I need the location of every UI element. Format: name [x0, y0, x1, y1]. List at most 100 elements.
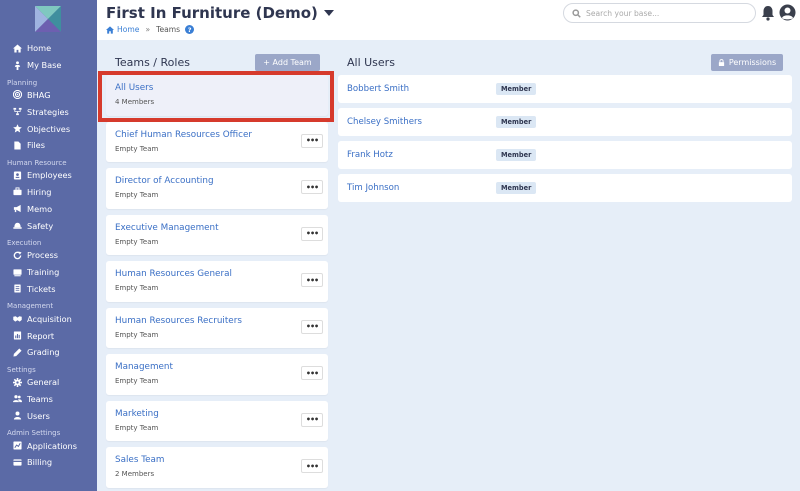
team-name[interactable]: Marketing — [115, 409, 319, 419]
team-options-button[interactable]: ••• — [301, 133, 323, 148]
sidebar-item-hiring[interactable]: Hiring — [0, 184, 97, 201]
role-badge: Member — [496, 148, 537, 161]
sidebar-item-label: Safety — [27, 220, 54, 231]
team-member-count: Empty Team — [115, 237, 159, 246]
lock-icon — [718, 59, 724, 66]
team-name[interactable]: Executive Management — [115, 223, 319, 233]
team-card[interactable]: Human Resources Recruiters Empty Team ••• — [106, 307, 328, 348]
search-box[interactable] — [563, 3, 756, 23]
sidebar-item-label: Hiring — [27, 186, 52, 197]
team-card[interactable]: Sales Team 2 Members ••• — [106, 447, 328, 488]
sidebar-item-label: General — [27, 377, 60, 388]
team-options-button[interactable]: ••• — [301, 180, 323, 194]
team-name[interactable]: Director of Accounting — [115, 176, 319, 186]
team-card[interactable]: Chief Human Resources Officer Empty Team •… — [106, 121, 328, 162]
users-icon — [12, 394, 22, 404]
team-name[interactable]: Human Resources Recruiters — [115, 316, 319, 326]
caret-down-icon — [323, 10, 334, 16]
sidebar-item-general[interactable]: General — [0, 374, 97, 391]
team-options-button[interactable]: ••• — [301, 273, 323, 287]
team-options-button[interactable]: ••• — [301, 412, 323, 427]
page-title: First In Furniture (Demo) — [106, 4, 318, 22]
breadcrumb-home-label: Home — [117, 25, 140, 34]
sidebar-item-label: Acquisition — [27, 313, 72, 324]
search-input[interactable] — [586, 8, 746, 18]
user-name-link[interactable]: Tim Johnson — [347, 183, 496, 193]
team-card[interactable]: Human Resources General Empty Team ••• — [106, 261, 328, 302]
id-card-icon — [12, 170, 22, 180]
pen-icon — [12, 347, 22, 357]
sidebar-item-tickets[interactable]: Tickets — [0, 281, 97, 298]
sidebar-item-label: My Base — [27, 60, 62, 71]
bell-icon[interactable] — [761, 5, 775, 21]
search-icon — [572, 8, 581, 18]
sidebar-item-teams[interactable]: Teams — [0, 391, 97, 408]
permissions-label: Permissions — [728, 58, 777, 67]
add-team-button[interactable]: + Add Team — [255, 54, 320, 71]
team-options-button[interactable]: ••• — [301, 459, 323, 473]
team-member-count: Empty Team — [115, 330, 159, 339]
sidebar-item-bhag[interactable]: BHAG — [0, 87, 97, 104]
sidebar-item-objectives[interactable]: Objectives — [0, 120, 97, 137]
user-name-link[interactable]: Chelsey Smithers — [347, 117, 496, 127]
sidebar-item-home[interactable]: Home — [0, 40, 97, 57]
team-name[interactable]: Management — [115, 362, 319, 372]
sidebar-item-label: Billing — [27, 457, 53, 468]
user-name-link[interactable]: Bobbert Smith — [347, 84, 496, 94]
sidebar-item-safety[interactable]: Safety — [0, 217, 97, 234]
sidebar-item-strategies[interactable]: Strategies — [0, 103, 97, 120]
sidebar: Home My Base Planning BHAG Strategies Objecti… — [0, 0, 97, 491]
handshake-icon — [12, 314, 22, 324]
sidebar-item-files[interactable]: Files — [0, 137, 97, 154]
sidebar-item-label: Strategies — [27, 106, 69, 117]
team-name[interactable]: All Users — [115, 83, 319, 93]
report-icon — [12, 331, 22, 341]
team-name[interactable]: Chief Human Resources Officer — [115, 130, 319, 140]
help-icon[interactable]: ? — [185, 25, 195, 34]
user-avatar-icon[interactable] — [779, 4, 796, 21]
sidebar-item-label: Users — [27, 410, 50, 421]
permissions-button[interactable]: Permissions — [711, 54, 783, 71]
breadcrumb-home-link[interactable]: Home — [106, 25, 139, 34]
user-row: Tim Johnson Member — [338, 174, 792, 202]
sidebar-item-employees[interactable]: Employees — [0, 167, 97, 184]
sidebar-item-training[interactable]: Training — [0, 264, 97, 281]
sidebar-item-grading[interactable]: Grading — [0, 344, 97, 361]
team-options-button[interactable]: ••• — [301, 366, 323, 380]
ticket-icon — [12, 284, 22, 294]
sidebar-item-applications[interactable]: Applications — [0, 437, 97, 454]
sidebar-section-human-resource: Human Resource — [7, 158, 67, 167]
team-card[interactable]: Marketing Empty Team ••• — [106, 400, 328, 441]
app-logo-icon[interactable] — [35, 6, 61, 32]
team-options-button[interactable]: ••• — [301, 319, 323, 334]
team-card[interactable]: All Users 4 Members — [106, 75, 328, 116]
sidebar-item-acquisition[interactable]: Acquisition — [0, 310, 97, 327]
team-member-count: Empty Team — [115, 191, 159, 199]
user-name-link[interactable]: Frank Hotz — [347, 150, 496, 160]
sidebar-item-users[interactable]: Users — [0, 407, 97, 424]
target-icon — [12, 90, 22, 100]
sidebar-section-admin-settings: Admin Settings — [7, 429, 61, 438]
base-selector[interactable]: First In Furniture (Demo) — [106, 4, 334, 22]
sidebar-section-execution: Execution — [7, 238, 42, 247]
sidebar-item-report[interactable]: Report — [0, 327, 97, 344]
team-member-count: Empty Team — [115, 377, 159, 385]
sidebar-item-process[interactable]: Process — [0, 247, 97, 264]
sidebar-item-my-base[interactable]: My Base — [0, 57, 97, 74]
team-name[interactable]: Human Resources General — [115, 269, 319, 279]
sidebar-item-billing[interactable]: Billing — [0, 454, 97, 471]
team-list: All Users 4 Members Chief Human Resources … — [106, 75, 328, 491]
file-icon — [12, 140, 22, 150]
team-card[interactable]: Director of Accounting Empty Team ••• — [106, 168, 328, 209]
role-badge: Member — [496, 181, 537, 194]
sidebar-section-planning: Planning — [7, 78, 38, 87]
team-name[interactable]: Sales Team — [115, 455, 319, 465]
sidebar-item-memo[interactable]: Memo — [0, 200, 97, 217]
team-card[interactable]: Management Empty Team ••• — [106, 354, 328, 395]
team-card[interactable]: Executive Management Empty Team ••• — [106, 214, 328, 255]
person-icon — [12, 60, 22, 70]
hardhat-icon — [12, 221, 22, 231]
team-options-button[interactable]: ••• — [301, 226, 323, 241]
star-icon — [12, 124, 22, 134]
breadcrumb: Home » Teams ? — [106, 25, 195, 34]
